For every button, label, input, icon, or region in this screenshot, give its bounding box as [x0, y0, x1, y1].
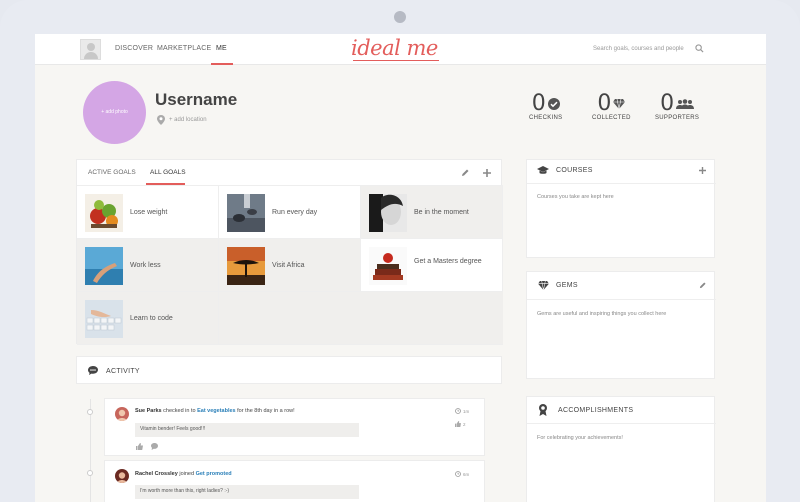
graduation-cap-icon	[537, 166, 549, 174]
activity-time: 1m	[463, 409, 470, 414]
award-icon	[539, 404, 547, 416]
goal-tile[interactable]: Run every day	[219, 186, 361, 239]
goal-thumbnail	[369, 247, 407, 285]
goal-thumbnail	[85, 300, 123, 338]
collected-label: COLLECTED	[592, 115, 631, 121]
user-avatar[interactable]	[80, 39, 101, 60]
activity-comment: Vitamin bender! Feels good!!!	[135, 423, 359, 437]
activity-goal-link[interactable]: Get promoted	[196, 471, 232, 477]
add-photo-label: + add photo	[101, 109, 128, 115]
activity-title: ACTIVITY	[106, 368, 140, 375]
goal-title: Run every day	[272, 209, 318, 216]
gems-title: GEMS	[556, 282, 578, 289]
clock-icon	[455, 408, 461, 414]
nav-me[interactable]: ME	[216, 45, 227, 52]
goal-title: Learn to code	[130, 315, 173, 322]
activity-time: 6m	[463, 472, 470, 477]
activity-verb: joined	[179, 471, 195, 477]
avatar[interactable]	[115, 407, 129, 421]
goals-card: ACTIVE GOALS ALL GOALS Lose weight Run e…	[76, 159, 503, 345]
goal-thumbnail	[369, 194, 407, 232]
activity-text: Rachel Crossley joined Get promoted	[135, 471, 232, 477]
accomplishments-title: ACCOMPLISHMENTS	[558, 407, 634, 414]
goal-tile[interactable]: Be in the moment	[361, 186, 503, 239]
edit-icon[interactable]	[699, 282, 706, 289]
logo-underline	[353, 60, 439, 61]
activity-item: Rachel Crossley joined Get promoted I'm …	[104, 460, 485, 502]
gem-icon	[538, 281, 549, 290]
tab-active-goals[interactable]: ACTIVE GOALS	[88, 169, 136, 176]
gems-card: GEMS Gems are useful and inspiring thing…	[526, 271, 716, 379]
courses-title: COURSES	[556, 167, 593, 174]
stat-collected: 0 COLLECTED	[592, 91, 631, 121]
like-count: 2	[463, 422, 466, 427]
gems-body: Gems are useful and inspiring things you…	[537, 311, 667, 317]
logo[interactable]: ideal me	[351, 36, 438, 60]
activity-verb: checked in to	[163, 408, 196, 414]
tab-all-goals[interactable]: ALL GOALS	[150, 169, 186, 176]
goal-thumbnail	[227, 247, 265, 285]
add-location-link[interactable]: + add location	[169, 117, 207, 123]
goal-title: Visit Africa	[272, 262, 305, 269]
collected-count: 0	[597, 91, 612, 116]
goal-tile[interactable]: Get a Masters degree	[361, 239, 503, 292]
activity-user[interactable]: Rachel Crossley	[135, 471, 178, 477]
thumbs-up-icon[interactable]	[136, 443, 143, 450]
username: Username	[155, 90, 238, 109]
search-icon[interactable]	[695, 44, 704, 53]
camera-dot	[394, 11, 406, 23]
app-screen: DISCOVER MARKETPLACE ME ideal me Search …	[35, 34, 766, 502]
goal-thumbnail	[85, 247, 123, 285]
goal-title: Work less	[130, 262, 161, 269]
goal-thumbnail	[85, 194, 123, 232]
location-pin-icon	[157, 115, 165, 125]
goal-tile[interactable]: Learn to code	[77, 292, 219, 345]
nav-discover[interactable]: DISCOVER	[115, 45, 153, 52]
goal-title: Lose weight	[130, 209, 168, 216]
add-icon[interactable]	[483, 169, 491, 177]
activity-comment: I'm worth more than this, right ladies? …	[135, 485, 359, 499]
comment-icon[interactable]	[151, 443, 158, 450]
goal-title: Get a Masters degree	[414, 258, 482, 265]
goal-empty-slot	[219, 292, 503, 345]
thumbs-up-icon	[455, 421, 461, 427]
timeline-dot	[87, 409, 93, 415]
activity-goal-link[interactable]: Eat vegetables	[197, 408, 236, 414]
accomplishments-card: ACCOMPLISHMENTS For celebrating your ach…	[526, 396, 716, 502]
supporters-count: 0	[660, 91, 675, 116]
people-icon	[676, 99, 695, 109]
goal-tile[interactable]: Visit Africa	[219, 239, 361, 292]
goal-thumbnail	[227, 194, 265, 232]
activity-suffix: for the 8th day in a row!	[237, 408, 295, 414]
goal-tile[interactable]: Work less	[77, 239, 219, 292]
clock-icon	[455, 471, 461, 477]
goal-tile[interactable]: Lose weight	[77, 186, 219, 239]
checkins-label: CHECKINS	[529, 115, 563, 121]
stat-supporters: 0 SUPPORTERS	[655, 91, 699, 121]
timeline-dot	[87, 470, 93, 476]
avatar[interactable]	[115, 469, 129, 483]
profile-photo[interactable]: + add photo	[83, 81, 146, 144]
supporters-label: SUPPORTERS	[655, 115, 700, 121]
edit-icon[interactable]	[461, 169, 469, 177]
activity-text: Sue Parks checked in to Eat vegetables f…	[135, 408, 295, 414]
checkmark-icon	[547, 98, 560, 110]
courses-body: Courses you take are kept here	[537, 194, 614, 200]
activity-item: Sue Parks checked in to Eat vegetables f…	[104, 398, 485, 456]
nav-marketplace[interactable]: MARKETPLACE	[157, 45, 211, 52]
goal-title: Be in the moment	[414, 209, 469, 216]
nav-active-indicator	[211, 63, 233, 65]
checkins-count: 0	[531, 91, 546, 116]
chat-icon	[88, 366, 98, 375]
top-navbar: DISCOVER MARKETPLACE ME ideal me Search …	[35, 34, 766, 65]
activity-header: ACTIVITY	[76, 356, 502, 384]
stat-checkins: 0 CHECKINS	[529, 91, 562, 121]
accomplishments-body: For celebrating your achievements!	[537, 435, 623, 441]
activity-user[interactable]: Sue Parks	[135, 408, 162, 414]
gem-icon	[613, 99, 626, 109]
courses-card: COURSES Courses you take are kept here	[526, 159, 716, 258]
search-input[interactable]: Search goals, courses and people	[593, 46, 684, 52]
add-icon[interactable]	[699, 167, 706, 174]
